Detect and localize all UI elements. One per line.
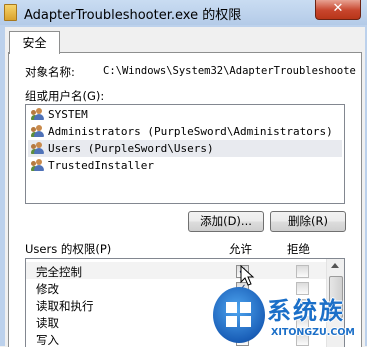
watermark-url: XITONGZU.COM [271,327,355,338]
user-group-icon [31,108,45,121]
remove-button[interactable]: 删除(R) [270,211,346,232]
file-icon [4,4,17,21]
permissions-label: Users 的权限(P) [25,242,112,256]
mouse-pointer-icon [240,265,255,286]
permission-name: 读取和执行 [36,299,94,313]
permission-name: 写入 [36,333,59,347]
deny-checkbox[interactable] [296,265,309,278]
object-name-value: C:\Windows\System32\AdapterTroubleshoote [103,65,356,77]
watermark-brand: 系统族 [267,297,345,325]
windows-logo-icon [213,287,265,343]
title-bar[interactable]: AdapterTroubleshooter.exe 的权限 ✕ [0,0,367,25]
permission-name: 完全控制 [36,265,82,279]
permission-name: 修改 [36,282,59,296]
user-name: Administrators (PurpleSword\Administrato… [48,125,333,138]
deny-header: 拒绝 [287,242,310,256]
list-item[interactable]: SYSTEM [28,106,342,123]
add-button[interactable]: 添加(D)... [188,211,264,232]
user-name: SYSTEM [48,108,88,121]
window-title: AdapterTroubleshooter.exe 的权限 [24,8,242,23]
permission-row: 完全控制 ✓ [26,262,326,279]
user-group-icon [31,159,45,172]
groups-label: 组或用户名(G): [25,89,105,103]
user-group-icon [31,142,45,155]
user-list[interactable]: SYSTEM Administrators (PurpleSword\Admin… [25,104,345,204]
object-name-label: 对象名称: [25,65,75,79]
watermark: 系统族 XITONGZU.COM [213,287,367,346]
list-item-selected[interactable]: Users (PurpleSword\Users) [28,140,342,157]
user-name: TrustedInstaller [48,159,154,172]
user-group-icon [31,125,45,138]
allow-header: 允许 [229,242,252,256]
permission-name: 读取 [36,316,59,330]
tab-security[interactable]: 安全 [9,31,60,54]
list-item[interactable]: Administrators (PurpleSword\Administrato… [28,123,342,140]
scroll-up-arrow-icon[interactable] [331,263,339,268]
close-button[interactable]: ✕ [315,0,361,20]
list-item[interactable]: TrustedInstaller [28,157,342,174]
user-name: Users (PurpleSword\Users) [48,142,214,155]
